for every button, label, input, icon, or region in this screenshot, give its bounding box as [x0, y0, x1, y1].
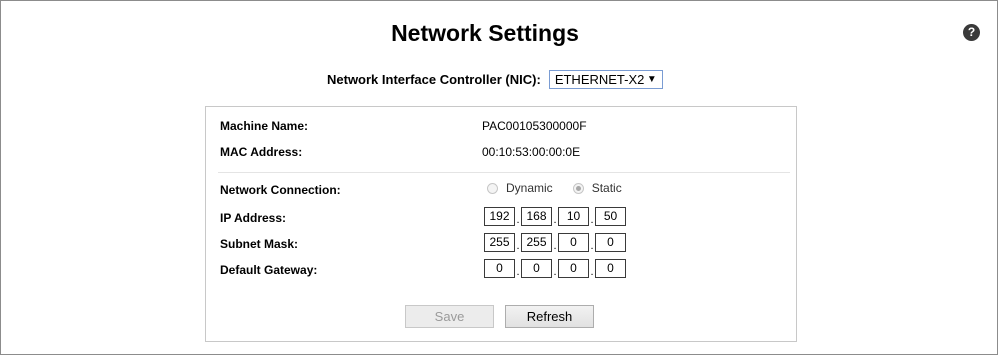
ip-octet-2[interactable]: 168	[521, 207, 552, 226]
subnet-mask-label: Subnet Mask:	[220, 237, 299, 251]
connection-radio-group: Dynamic Static	[487, 181, 642, 195]
machine-name-label: Machine Name:	[220, 119, 309, 133]
default-gateway-field: 0 . 0 . 0 . 0	[484, 259, 626, 278]
default-gateway-label: Default Gateway:	[220, 263, 318, 277]
subnet-octet-3[interactable]: 0	[558, 233, 589, 252]
refresh-button[interactable]: Refresh	[505, 305, 594, 328]
mac-address-label: MAC Address:	[220, 145, 303, 159]
ip-octet-1[interactable]: 192	[484, 207, 515, 226]
network-connection-label: Network Connection:	[220, 183, 341, 197]
machine-name-value: PAC00105300000F	[482, 119, 587, 133]
save-button[interactable]: Save	[405, 305, 494, 328]
gateway-octet-1[interactable]: 0	[484, 259, 515, 278]
dynamic-label: Dynamic	[506, 181, 553, 195]
page-title: Network Settings	[391, 20, 579, 46]
ip-address-label: IP Address:	[220, 211, 287, 225]
gateway-octet-4[interactable]: 0	[595, 259, 626, 278]
static-radio[interactable]	[572, 182, 584, 194]
gateway-octet-2[interactable]: 0	[521, 259, 552, 278]
subnet-octet-2[interactable]: 255	[521, 233, 552, 252]
ip-octet-3[interactable]: 10	[558, 207, 589, 226]
settings-window: ? Network Settings Network Interface Con…	[0, 0, 998, 355]
subnet-mask-field: 255 . 255 . 0 . 0	[484, 233, 626, 252]
subnet-octet-4[interactable]: 0	[595, 233, 626, 252]
nic-label: Network Interface Controller (NIC):	[327, 72, 541, 87]
gateway-octet-3[interactable]: 0	[558, 259, 589, 278]
nic-select[interactable]: ETHERNET-X2 ▼	[548, 70, 663, 89]
ip-octet-4[interactable]: 50	[595, 207, 626, 226]
ip-address-field: 192 . 168 . 10 . 50	[484, 207, 626, 226]
network-panel: Machine Name: PAC00105300000F MAC Addres…	[205, 106, 797, 342]
subnet-octet-1[interactable]: 255	[484, 233, 515, 252]
nic-row: Network Interface Controller (NIC): ETHE…	[327, 70, 663, 89]
mac-address-value: 00:10:53:00:00:0E	[482, 145, 581, 159]
nic-selected-value: ETHERNET-X2	[554, 72, 645, 87]
static-label: Static	[591, 181, 622, 195]
dynamic-radio[interactable]	[487, 182, 498, 194]
chevron-down-icon: ▼	[646, 74, 657, 85]
divider	[218, 172, 790, 173]
